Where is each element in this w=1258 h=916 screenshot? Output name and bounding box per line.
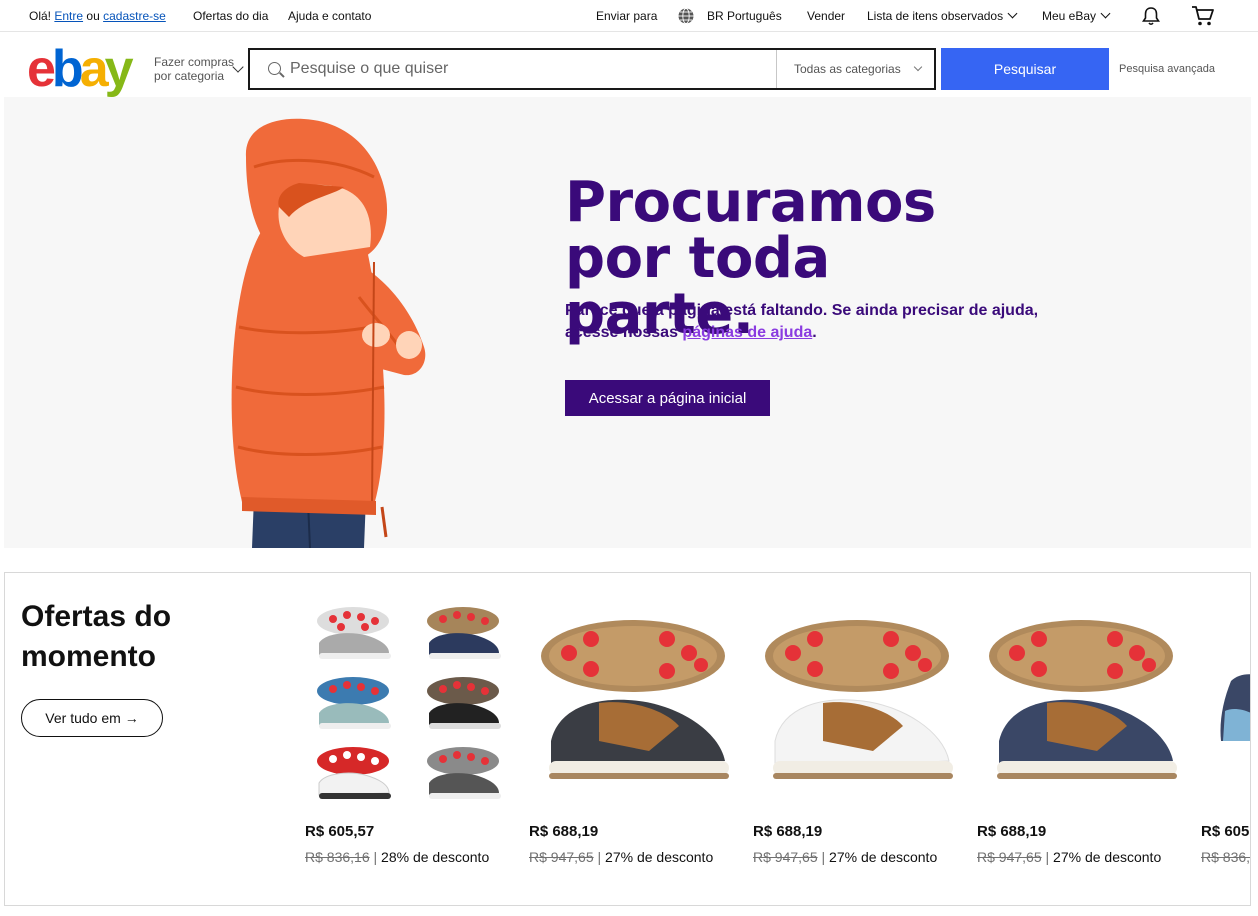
deal-card[interactable]: R$ 688,19 R$ 947,65 | 27% de desconto	[977, 601, 1187, 901]
daily-deals-link[interactable]: Ofertas do dia	[193, 9, 268, 23]
help-pages-link[interactable]: páginas de ajuda	[682, 324, 812, 341]
shop-by-category-label: Fazer compras por categoria	[154, 55, 235, 83]
deal-original-price: R$ 836,16 | 28% de desconto	[305, 849, 490, 865]
deal-card[interactable]: R$ 688,19 R$ 947,65 | 27% de desconto	[753, 601, 963, 901]
strikethrough-price: R$ 947,65	[529, 849, 594, 865]
discount-label: 27% de desconto	[1053, 849, 1162, 865]
shoe-grid-image	[317, 607, 501, 799]
chevron-down-icon	[913, 62, 922, 72]
chevron-down-icon	[1007, 8, 1018, 19]
strikethrough-price: R$ 947,65	[977, 849, 1042, 865]
deal-price: R$ 605	[1201, 823, 1250, 840]
advanced-search-link[interactable]: Pesquisa avançada	[1119, 63, 1215, 75]
deal-price: R$ 688,19	[529, 823, 599, 840]
deal-original-price: R$ 947,65 | 27% de desconto	[753, 849, 938, 865]
deal-card[interactable]: R$ 605,57 R$ 836,16 | 28% de desconto	[305, 601, 515, 901]
see-all-label: Ver tudo em	[45, 710, 121, 726]
cart-icon[interactable]	[1191, 5, 1215, 30]
product-image[interactable]	[1201, 601, 1250, 809]
go-home-button[interactable]: Acessar a página inicial	[565, 380, 770, 416]
signin-link[interactable]: Entre	[54, 9, 83, 23]
watchlist-label: Lista de itens observados	[867, 9, 1004, 23]
search-icon	[268, 62, 281, 75]
deal-card[interactable]: R$ 688,19 R$ 947,65 | 27% de desconto	[529, 601, 739, 901]
golf-shoe-image	[541, 620, 729, 779]
logo-letter-e: e	[27, 40, 56, 98]
strikethrough-price: R$ 947,65	[753, 849, 818, 865]
search-bar: Todas as categorias	[248, 48, 936, 90]
language-selector[interactable]: BR Português	[707, 9, 782, 23]
product-image[interactable]	[977, 601, 1185, 809]
not-found-hero: Procuramos por toda parte. Parece que a …	[4, 97, 1251, 548]
strikethrough-price: R$ 836,16	[305, 849, 370, 865]
register-link[interactable]: cadastre-se	[103, 9, 166, 23]
deals-title: Ofertas do momento	[21, 600, 172, 673]
or-text: ou	[86, 9, 100, 23]
chevron-down-icon	[1100, 8, 1111, 19]
deal-price: R$ 688,19	[753, 823, 823, 840]
deal-card[interactable]: R$ 605 R$ 836,	[1201, 601, 1250, 901]
globe-icon[interactable]	[677, 7, 695, 28]
shop-by-category-button[interactable]: Fazer compras por categoria	[154, 55, 236, 83]
deal-price: R$ 688,19	[977, 823, 1047, 840]
search-input[interactable]	[290, 58, 770, 80]
deal-original-price: R$ 947,65 | 27% de desconto	[529, 849, 714, 865]
greeting-text: Olá!	[29, 9, 52, 23]
product-image[interactable]	[753, 601, 961, 809]
category-select-label: Todas as categorias	[794, 62, 901, 76]
golf-shoe-image	[765, 620, 953, 779]
message-end: .	[812, 324, 817, 341]
category-select[interactable]: Todas as categorias	[776, 50, 936, 88]
child-in-jacket-illustration	[231, 118, 426, 548]
deal-original-price: R$ 947,65 | 27% de desconto	[977, 849, 1162, 865]
discount-label: 27% de desconto	[829, 849, 938, 865]
my-ebay-menu[interactable]: Meu eBay	[1042, 8, 1111, 23]
logo-letter-a: a	[79, 40, 109, 98]
ship-to-link[interactable]: Enviar para	[596, 9, 657, 23]
deal-original-price: R$ 836,	[1201, 849, 1250, 865]
sell-link[interactable]: Vender	[807, 9, 845, 23]
golf-shoe-image	[989, 620, 1177, 779]
watchlist-menu[interactable]: Lista de itens observados	[867, 8, 1018, 23]
search-button[interactable]: Pesquisar	[941, 48, 1109, 90]
greeting: Olá! Entre ou cadastre-se	[29, 9, 166, 23]
discount-label: 28% de desconto	[381, 849, 490, 865]
arrow-right-icon: →	[124, 710, 139, 726]
deal-price: R$ 605,57	[305, 823, 375, 840]
product-image[interactable]	[529, 601, 737, 809]
bell-icon[interactable]	[1141, 6, 1161, 29]
logo-letter-b: b	[51, 40, 84, 98]
top-navigation-bar: Olá! Entre ou cadastre-se Ofertas do dia…	[0, 0, 1258, 32]
shoe-image	[1220, 674, 1250, 741]
strikethrough-price: R$ 836,	[1201, 849, 1251, 865]
discount-label: 27% de desconto	[605, 849, 714, 865]
missing-page-message: Parece que a página está faltando. Se ai…	[565, 300, 1085, 344]
deals-section: Ofertas do momento Ver tudo em → R$ 605,…	[4, 572, 1251, 906]
logo-letter-y: y	[104, 40, 134, 98]
ebay-logo[interactable]: ebay	[27, 40, 134, 98]
my-ebay-label: Meu eBay	[1042, 9, 1097, 23]
help-contact-link[interactable]: Ajuda e contato	[288, 9, 371, 23]
see-all-button[interactable]: Ver tudo em →	[21, 699, 163, 737]
product-image[interactable]	[305, 601, 513, 809]
